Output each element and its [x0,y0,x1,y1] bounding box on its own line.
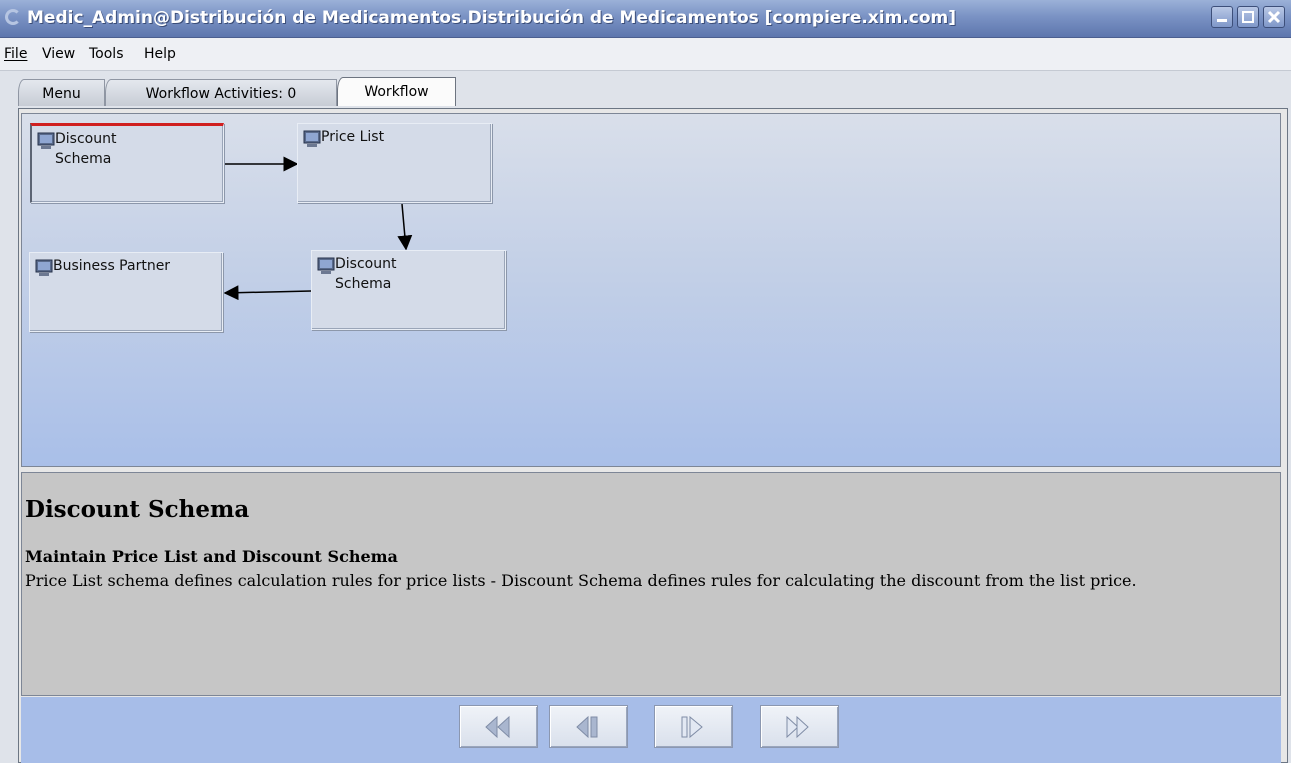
tab-workflow-activities-label: Workflow Activities: 0 [145,86,297,102]
computer-icon [35,259,53,276]
description-title: Discount Schema [25,496,250,523]
description-text: Price List schema defines calculation ru… [25,571,1137,590]
minimize-icon [1217,19,1227,22]
last-icon [786,715,809,739]
workflow-canvas[interactable]: Discount Schema Price List Discount Schema… [21,113,1281,467]
previous-button[interactable] [549,705,628,748]
node-label: Price List [321,129,385,145]
next-icon [681,715,703,739]
previous-icon [576,715,598,739]
window-title: Medic_Admin@Distribución de Medicamentos… [27,8,957,28]
menu-view[interactable]: View [42,46,75,62]
menu-bar: File View Tools Help [0,38,1291,71]
tab-workflow-label: Workflow [364,84,429,100]
tab-menu-label: Menu [42,86,81,102]
edge-3 [223,285,312,301]
tab-workflow[interactable]: Workflow [337,77,456,106]
last-button[interactable] [760,705,839,748]
menu-help[interactable]: Help [144,46,176,62]
tab-workflow-activities[interactable]: Workflow Activities: 0 [105,79,337,106]
node-label: Business Partner [53,258,171,274]
computer-icon [317,257,335,274]
description-panel: Discount Schema Maintain Price List and … [21,472,1281,696]
node-label: Discount Schema [335,256,397,292]
computer-icon [37,132,55,149]
close-button[interactable] [1263,6,1285,28]
next-button[interactable] [654,705,733,748]
workflow-node-discount-schema-start[interactable]: Discount Schema [30,123,224,203]
app-logo-icon [5,9,21,25]
computer-icon [303,130,321,147]
tab-strip: Menu Workflow Activities: 0 Workflow [0,71,1291,107]
menu-tools[interactable]: Tools [89,46,124,62]
menu-file[interactable]: File [4,46,27,62]
first-button[interactable] [459,705,538,748]
maximize-button[interactable] [1237,6,1259,28]
workflow-node-business-partner[interactable]: Business Partner [29,252,223,332]
node-label: Discount Schema [55,131,117,167]
tab-menu[interactable]: Menu [18,79,105,106]
workflow-node-discount-schema[interactable]: Discount Schema [311,250,506,330]
maximize-icon [1242,11,1254,23]
navigation-bar [21,697,1281,763]
edge-2 [397,203,413,251]
workflow-node-price-list[interactable]: Price List [297,123,492,203]
close-icon [1267,10,1281,24]
window-titlebar[interactable]: Medic_Admin@Distribución de Medicamentos… [0,0,1291,38]
left-edge [0,108,18,763]
description-subtitle: Maintain Price List and Discount Schema [25,547,398,566]
first-icon [485,715,510,739]
minimize-button[interactable] [1211,6,1233,28]
